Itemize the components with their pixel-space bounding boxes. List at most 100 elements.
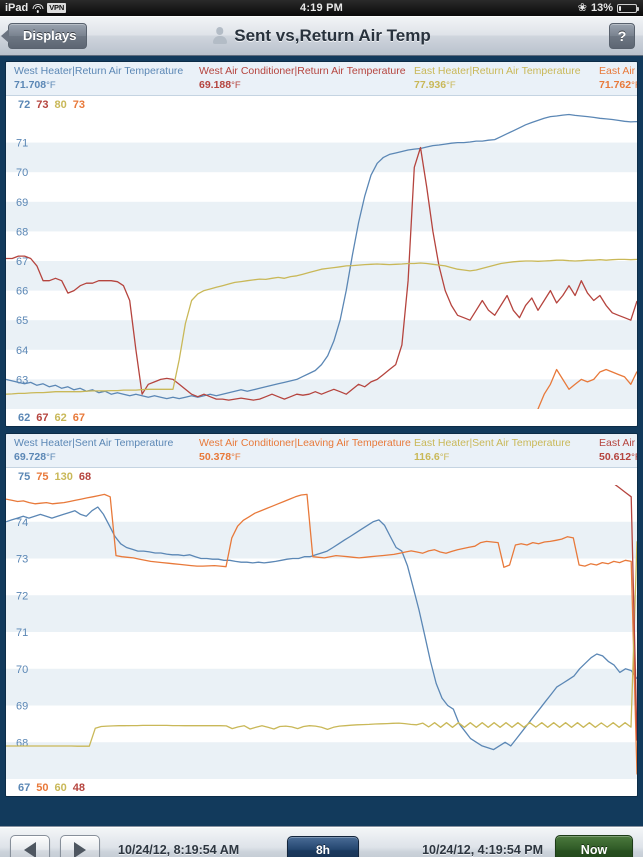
axis-scale-label: 75 <box>18 471 31 483</box>
legend-value-unit: °F <box>46 451 56 463</box>
chart-1-top-axis-labels: 72 73 80 73 <box>6 96 637 113</box>
y-axis-tick-label: 64 <box>16 345 28 357</box>
legend-value-number: 69.728 <box>14 450 47 463</box>
chart-panel-sent-air: West Heater|Sent Air Temperature 69.728°… <box>5 433 638 797</box>
axis-scale-label: 67 <box>36 411 49 424</box>
chart-2-bottom-axis-labels: 67 50 60 48 <box>6 779 637 796</box>
legend-series-name: West Air Conditioner|Leaving Air Tempera… <box>199 437 411 450</box>
now-button-label: Now <box>580 842 608 857</box>
legend-series-value: 50.378°F <box>199 451 414 464</box>
chart-2-legend: West Heater|Sent Air Temperature 69.728°… <box>6 434 637 468</box>
legend-series-name: East Heater|Sent Air Temperature <box>414 437 571 450</box>
axis-scale-label: 72 <box>18 99 31 111</box>
legend-series-name: East Air Conditioner|Leaving Air Tempera… <box>599 437 637 450</box>
y-axis-tick-label: 70 <box>16 664 28 676</box>
bluetooth-icon: ❀ <box>577 1 587 14</box>
legend-item[interactable]: East Air Conditioner|Leaving Air Tempera… <box>599 437 637 463</box>
legend-series-name: East Heater|Return Air Temperature <box>414 65 581 78</box>
previous-button[interactable] <box>10 834 50 857</box>
chart-series-line <box>6 541 637 747</box>
navigation-bar: Displays Sent vs,Return Air Temp ? <box>0 16 643 56</box>
chart-band <box>6 742 637 779</box>
back-button-displays[interactable]: Displays <box>0 22 88 49</box>
legend-series-value: 69.728°F <box>14 451 199 464</box>
legend-item[interactable]: East Heater|Sent Air Temperature 116.6°F <box>414 437 599 463</box>
legend-value-unit: °F <box>439 451 450 463</box>
axis-scale-label: 80 <box>54 99 67 111</box>
legend-value-number: 50.612 <box>599 450 632 463</box>
legend-item[interactable]: West Heater|Return Air Temperature 71.70… <box>14 65 199 91</box>
chart-1-bottom-axis-labels: 62 67 62 67 <box>6 409 637 426</box>
range-end-time: 10/24/12, 4:19:54 PM <box>422 842 543 857</box>
y-axis-tick-label: 66 <box>16 286 28 298</box>
legend-series-name: West Heater|Return Air Temperature <box>14 65 184 78</box>
chart-band <box>6 201 637 232</box>
chart-band <box>6 142 637 173</box>
next-button[interactable] <box>60 834 100 857</box>
legend-series-value: 116.6°F <box>414 451 599 464</box>
time-range-label: 8h <box>315 842 330 857</box>
now-button[interactable]: Now <box>555 834 633 857</box>
chart-panel-return-air: West Heater|Return Air Temperature 71.70… <box>5 61 638 427</box>
chart-1-plot[interactable]: 71 70 69 68 67 66 65 64 63 <box>6 113 637 409</box>
axis-scale-label: 73 <box>36 99 49 111</box>
status-bar-clock: 4:19 PM <box>300 2 343 14</box>
chart-1-legend: West Heater|Return Air Temperature 71.70… <box>6 62 637 96</box>
chart-2-plot[interactable]: 74 73 72 71 70 69 68 <box>6 485 637 779</box>
legend-value-number: 71.708 <box>14 78 47 91</box>
y-axis-tick-label: 69 <box>16 197 28 209</box>
chart-band <box>6 595 637 632</box>
legend-value-unit: °F <box>446 79 456 91</box>
axis-scale-label: 60 <box>54 781 67 794</box>
battery-icon <box>617 3 639 13</box>
axis-scale-label: 67 <box>18 781 31 794</box>
chart-band <box>6 320 637 350</box>
legend-series-name: West Heater|Sent Air Temperature <box>14 437 174 450</box>
y-axis-tick-label: 67 <box>16 256 28 268</box>
axis-scale-label: 48 <box>72 781 85 794</box>
legend-value-number: 71.762 <box>599 78 632 91</box>
help-button-label: ? <box>617 27 627 44</box>
legend-value-unit: °F <box>631 79 637 91</box>
previous-arrow-icon <box>24 841 36 857</box>
person-icon <box>212 27 227 44</box>
help-button[interactable]: ? <box>609 22 635 49</box>
status-bar-right: ❀ 13% <box>577 0 639 16</box>
legend-series-value: 50.612°F <box>599 451 637 464</box>
chart-2-svg: 74737271706968 <box>6 485 637 779</box>
axis-scale-label: 73 <box>72 99 85 111</box>
legend-item[interactable]: East Air Conditioner|Return Air Temperat… <box>599 65 637 91</box>
chart-band <box>6 668 637 706</box>
legend-value-number: 50.378 <box>199 450 232 463</box>
legend-item[interactable]: West Heater|Sent Air Temperature 69.728°… <box>14 437 199 463</box>
ios-status-bar: iPad VPN 4:19 PM ❀ 13% <box>0 0 643 16</box>
legend-value-unit: °F <box>231 79 241 91</box>
legend-series-value: 71.762°F <box>599 79 637 92</box>
chart-band <box>6 261 637 291</box>
y-axis-tick-label: 70 <box>16 167 28 179</box>
y-axis-tick-label: 72 <box>16 590 28 602</box>
legend-item[interactable]: West Air Conditioner|Return Air Temperat… <box>199 65 414 91</box>
legend-value-number: 77.936 <box>414 78 447 91</box>
legend-item[interactable]: East Heater|Return Air Temperature 77.93… <box>414 65 599 91</box>
legend-series-name: West Air Conditioner|Return Air Temperat… <box>199 65 406 78</box>
legend-value-unit: °F <box>46 79 56 91</box>
legend-item[interactable]: West Air Conditioner|Leaving Air Tempera… <box>199 437 414 463</box>
legend-value-unit: °F <box>631 451 637 463</box>
legend-series-value: 71.708°F <box>14 79 199 92</box>
axis-scale-label: 50 <box>36 781 49 794</box>
charts-container: West Heater|Return Air Temperature 71.70… <box>0 56 643 826</box>
battery-percent-label: 13% <box>590 2 613 14</box>
y-axis-tick-label: 68 <box>16 226 28 238</box>
legend-value-number: 69.188 <box>199 78 232 91</box>
axis-scale-label: 75 <box>36 471 49 483</box>
page-title: Sent vs,Return Air Temp <box>0 26 643 46</box>
axis-scale-label: 62 <box>54 411 67 424</box>
legend-series-value: 69.188°F <box>199 79 414 92</box>
bottom-toolbar: 10/24/12, 8:19:54 AM 8h 10/24/12, 4:19:5… <box>0 826 643 857</box>
legend-value-unit: °F <box>231 451 241 463</box>
time-range-button[interactable]: 8h <box>287 835 359 857</box>
range-start-time: 10/24/12, 8:19:54 AM <box>118 842 240 857</box>
legend-series-name: East Air Conditioner|Return Air Temperat… <box>599 65 637 78</box>
chart-1-svg: 71 70 69 68 67 66 65 64 63 <box>6 113 637 409</box>
